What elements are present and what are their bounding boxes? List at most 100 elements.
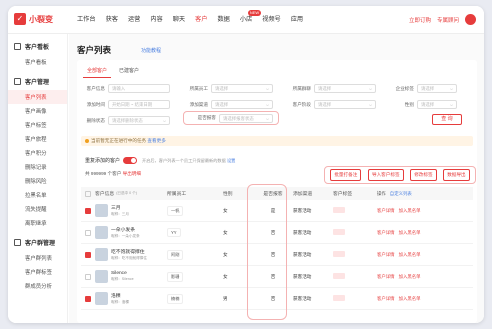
sidebar-item-delete-log[interactable]: 删除记录 — [8, 160, 67, 174]
sidebar-group-customer-manage: 客户管理 — [14, 77, 67, 86]
help-link[interactable]: 功能教程 — [141, 47, 161, 54]
nav-item-chat[interactable]: 聊天 — [168, 6, 190, 34]
stage-select[interactable]: 请选择 ⌵ — [314, 100, 376, 109]
import-tags-button[interactable]: 导入客户标签 — [367, 169, 404, 181]
nav-item-shop-label: 小店 — [239, 16, 253, 23]
nav-item-acquire[interactable]: 获客 — [101, 6, 123, 34]
nav-item-operate[interactable]: 运营 — [123, 6, 145, 34]
selected-count-note: (已选中 0 个) — [116, 191, 137, 195]
delete-status-select[interactable]: 请选择删除状态 ⌵ — [108, 116, 170, 125]
tab-created-customers[interactable]: 已建客户 — [115, 64, 143, 78]
channel-select[interactable]: 请选择 ⌵ — [211, 100, 273, 109]
chevron-down-icon: ⌵ — [449, 86, 453, 91]
main-nav: 工作台 获客 运营 内容 聊天 客户 数据 小店 NEW 视频号 应用 — [72, 6, 308, 34]
sidebar-item-member-analysis[interactable]: 群成员分析 — [8, 279, 67, 293]
app-window: ✓ 小裂变 工作台 获客 运营 内容 聊天 客户 数据 小店 NEW 视频号 应… — [8, 6, 484, 323]
avatar[interactable] — [465, 14, 476, 25]
blacklist-link[interactable]: 加入黑名单 — [399, 208, 421, 213]
select-placeholder: 请选择 — [318, 102, 332, 107]
sidebar-item-inherit[interactable]: 离职继承 — [8, 216, 67, 230]
sidebar-item-points[interactable]: 客户积分 — [8, 146, 67, 160]
customer-avatar — [95, 204, 108, 217]
nav-item-customer[interactable]: 客户 — [190, 6, 212, 34]
customer-avatar — [95, 248, 108, 261]
sidebar-item-portrait[interactable]: 客户画像 — [8, 104, 67, 118]
row-checkbox[interactable] — [85, 229, 91, 236]
group-select[interactable]: 请选择 ⌵ — [314, 84, 376, 93]
filter-row: 添加时间 开始日期 ~ 结束日期 添加渠道 请选择 ⌵ 客户阶段 请选择 ⌵ 性别 … — [77, 100, 457, 109]
row-checkbox[interactable] — [85, 273, 91, 280]
count-prefix: 共 — [85, 171, 90, 176]
batch-remark-button[interactable]: 批量打备注 — [330, 169, 362, 181]
staff-tag: 影珊 — [167, 271, 184, 282]
advisor-link[interactable]: 专属顾问 — [437, 16, 459, 24]
customer-name: 一朵小发条 — [111, 228, 135, 233]
sidebar-item-group-tags[interactable]: 客户群标签 — [8, 265, 67, 279]
customer-nickname: 昵称：Silence — [111, 277, 134, 281]
toggle-setting-link[interactable]: 设置 — [227, 158, 235, 163]
nav-item-shop[interactable]: 小店 NEW — [235, 6, 262, 34]
customer-detail-link[interactable]: 客户详情 — [377, 252, 395, 257]
brand-logo[interactable]: ✓ 小裂变 — [14, 13, 53, 25]
row-checkbox[interactable] — [85, 295, 91, 302]
search-button[interactable]: 查 询 — [432, 114, 462, 125]
customer-detail-link[interactable]: 客户详情 — [377, 296, 395, 301]
edit-tags-button[interactable]: 修改标签 — [410, 169, 437, 181]
staff-tag: 楠楠 — [167, 293, 184, 304]
filter-label: 性别 — [404, 101, 414, 107]
notice-more-link[interactable]: 查看更多 — [147, 138, 165, 143]
data-export-button[interactable]: 数据导出 — [443, 169, 470, 181]
duplicate-toggle-row: 重复添加的客户 开启后，客户列表一个员工只保留最新的数据 设置 — [85, 157, 235, 164]
tab-all-customers[interactable]: 全部客户 — [83, 64, 112, 78]
order-link[interactable]: 立即订购 — [409, 16, 431, 24]
blacklist-link[interactable]: 加入黑名单 — [399, 274, 421, 279]
customer-detail-link[interactable]: 客户详情 — [377, 208, 395, 213]
custom-columns-link[interactable]: 自定义列表 — [390, 191, 412, 196]
report-status-select[interactable]: 请选择报客状态 ⌵ — [219, 113, 273, 123]
nav-item-content[interactable]: 内容 — [145, 6, 167, 34]
blacklist-link[interactable]: 加入黑名单 — [399, 230, 421, 235]
date-range-input[interactable]: 开始日期 ~ 结束日期 — [108, 100, 170, 109]
customer-avatar — [95, 226, 108, 239]
sidebar-item-group-list[interactable]: 客户群列表 — [8, 251, 67, 265]
sidebar-item-delete-risk[interactable]: 删除风险 — [8, 174, 67, 188]
chevron-down-icon: ⌵ — [368, 86, 372, 91]
tag-select[interactable]: 请选择 ⌵ — [417, 84, 457, 93]
col-tags: 客户标签 — [333, 192, 353, 197]
staff-select[interactable]: 请选择 ⌵ — [211, 84, 273, 93]
sidebar-item-churn[interactable]: 流失提醒 — [8, 202, 67, 216]
nav-item-workbench[interactable]: 工作台 — [72, 6, 101, 34]
customer-info-input[interactable]: 请输入 — [108, 84, 170, 93]
duplicate-toggle[interactable] — [123, 157, 138, 164]
customer-detail-link[interactable]: 客户详情 — [377, 274, 395, 279]
filter-label: 所属员工 — [189, 85, 208, 91]
blacklist-link[interactable]: 加入黑名单 — [399, 252, 421, 257]
nav-item-channels[interactable]: 视频号 — [257, 6, 286, 34]
dashboard-icon — [14, 43, 21, 50]
customer-nickname: 昵称：吃不饱就得撑住 — [111, 256, 147, 260]
export-detail-link[interactable]: 导出明细 — [123, 171, 141, 176]
sidebar-item-tags[interactable]: 客户标签 — [8, 118, 67, 132]
channel-cell: 获客活动 — [293, 295, 312, 301]
sidebar-item-customer-list[interactable]: 客户列表 — [8, 90, 67, 104]
select-placeholder: 请选择报客状态 — [223, 115, 254, 121]
blacklist-link[interactable]: 加入黑名单 — [399, 296, 421, 301]
col-customer-info: 客户信息 (已选中 0 个) — [95, 190, 167, 197]
filter-label: 企业标签 — [395, 85, 414, 91]
customer-detail-link[interactable]: 客户详情 — [377, 230, 395, 235]
select-placeholder: 请选择 — [318, 86, 332, 91]
row-checkbox[interactable] — [85, 251, 91, 258]
sidebar-item-dashboard[interactable]: 客户看板 — [8, 55, 67, 69]
row-checkbox[interactable] — [85, 207, 91, 214]
sidebar-item-journey[interactable]: 客户旅程 — [8, 132, 67, 146]
chevron-down-icon: ⌵ — [162, 118, 166, 123]
gender-select[interactable]: 请选择 ⌵ — [417, 100, 457, 109]
select-all-checkbox[interactable] — [85, 190, 91, 197]
customer-nickname: 昵称：三月 — [111, 212, 129, 216]
tag-chip — [333, 207, 345, 213]
group-icon — [14, 239, 21, 246]
nav-item-apps[interactable]: 应用 — [286, 6, 308, 34]
main-content: 客户列表 功能教程 全部客户 已建客户 客户信息 请输入 所属员工 请选择 ⌵ 所… — [69, 34, 484, 323]
nav-item-data[interactable]: 数据 — [212, 6, 234, 34]
sidebar-item-blacklist[interactable]: 拉黑名单 — [8, 188, 67, 202]
